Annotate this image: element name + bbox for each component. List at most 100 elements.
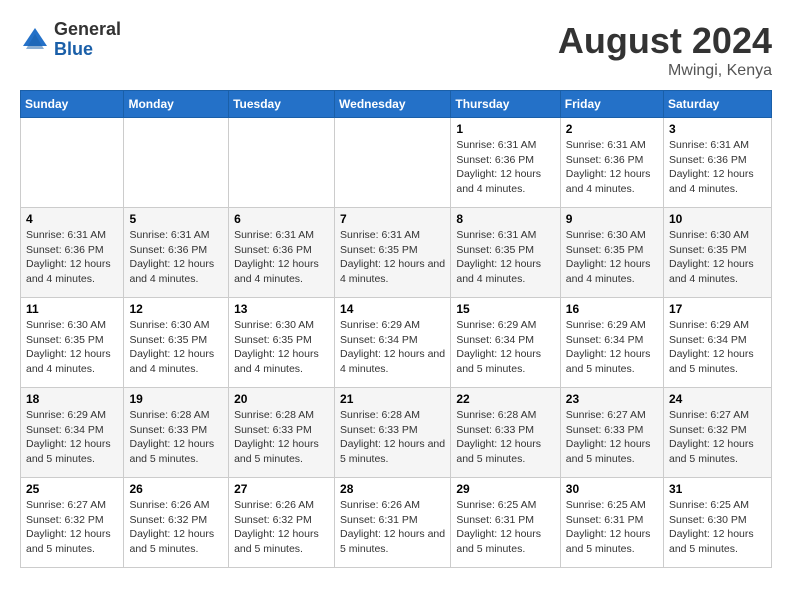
day-info: Sunrise: 6:30 AM Sunset: 6:35 PM Dayligh… xyxy=(129,318,223,377)
day-info: Sunrise: 6:31 AM Sunset: 6:36 PM Dayligh… xyxy=(669,138,766,197)
day-number: 19 xyxy=(129,392,223,406)
day-info: Sunrise: 6:26 AM Sunset: 6:32 PM Dayligh… xyxy=(129,498,223,557)
day-info: Sunrise: 6:28 AM Sunset: 6:33 PM Dayligh… xyxy=(234,408,329,467)
calendar-cell: 11 Sunrise: 6:30 AM Sunset: 6:35 PM Dayli… xyxy=(21,298,124,388)
day-info: Sunrise: 6:31 AM Sunset: 6:35 PM Dayligh… xyxy=(340,228,445,287)
day-info: Sunrise: 6:30 AM Sunset: 6:35 PM Dayligh… xyxy=(234,318,329,377)
day-info: Sunrise: 6:26 AM Sunset: 6:31 PM Dayligh… xyxy=(340,498,445,557)
calendar-cell: 4 Sunrise: 6:31 AM Sunset: 6:36 PM Daylig… xyxy=(21,208,124,298)
day-number: 24 xyxy=(669,392,766,406)
day-info: Sunrise: 6:31 AM Sunset: 6:36 PM Dayligh… xyxy=(234,228,329,287)
calendar-week-row: 25 Sunrise: 6:27 AM Sunset: 6:32 PM Dayli… xyxy=(21,478,772,568)
calendar-cell xyxy=(229,118,335,208)
calendar-cell: 24 Sunrise: 6:27 AM Sunset: 6:32 PM Dayli… xyxy=(664,388,772,478)
day-number: 3 xyxy=(669,122,766,136)
day-info: Sunrise: 6:31 AM Sunset: 6:36 PM Dayligh… xyxy=(129,228,223,287)
calendar-cell: 9 Sunrise: 6:30 AM Sunset: 6:35 PM Daylig… xyxy=(560,208,663,298)
day-number: 15 xyxy=(456,302,554,316)
day-info: Sunrise: 6:25 AM Sunset: 6:31 PM Dayligh… xyxy=(456,498,554,557)
day-number: 28 xyxy=(340,482,445,496)
day-number: 9 xyxy=(566,212,658,226)
column-header-tuesday: Tuesday xyxy=(229,91,335,118)
calendar-cell: 20Sunrise: 6:28 AM Sunset: 6:33 PM Dayli… xyxy=(229,388,335,478)
day-info: Sunrise: 6:30 AM Sunset: 6:35 PM Dayligh… xyxy=(669,228,766,287)
day-number: 4 xyxy=(26,212,118,226)
day-number: 16 xyxy=(566,302,658,316)
day-info: Sunrise: 6:27 AM Sunset: 6:32 PM Dayligh… xyxy=(26,498,118,557)
calendar-cell: 14 Sunrise: 6:29 AM Sunset: 6:34 PM Dayli… xyxy=(335,298,451,388)
calendar-cell: 22Sunrise: 6:28 AM Sunset: 6:33 PM Dayli… xyxy=(451,388,560,478)
day-info: Sunrise: 6:26 AM Sunset: 6:32 PM Dayligh… xyxy=(234,498,329,557)
day-number: 2 xyxy=(566,122,658,136)
day-number: 8 xyxy=(456,212,554,226)
day-info: Sunrise: 6:25 AM Sunset: 6:30 PM Dayligh… xyxy=(669,498,766,557)
day-info: Sunrise: 6:25 AM Sunset: 6:31 PM Dayligh… xyxy=(566,498,658,557)
day-info: Sunrise: 6:29 AM Sunset: 6:34 PM Dayligh… xyxy=(340,318,445,377)
column-header-monday: Monday xyxy=(124,91,229,118)
calendar-cell: 19 Sunrise: 6:28 AM Sunset: 6:33 PM Dayli… xyxy=(124,388,229,478)
day-info: Sunrise: 6:30 AM Sunset: 6:35 PM Dayligh… xyxy=(26,318,118,377)
day-number: 27 xyxy=(234,482,329,496)
calendar-cell: 23 Sunrise: 6:27 AM Sunset: 6:33 PM Dayli… xyxy=(560,388,663,478)
day-number: 6 xyxy=(234,212,329,226)
calendar-cell: 16Sunrise: 6:29 AM Sunset: 6:34 PM Dayli… xyxy=(560,298,663,388)
day-info: Sunrise: 6:27 AM Sunset: 6:32 PM Dayligh… xyxy=(669,408,766,467)
day-number: 11 xyxy=(26,302,118,316)
day-info: Sunrise: 6:29 AM Sunset: 6:34 PM Dayligh… xyxy=(456,318,554,377)
day-number: 21 xyxy=(340,392,445,406)
day-info: Sunrise: 6:29 AM Sunset: 6:34 PM Dayligh… xyxy=(669,318,766,377)
calendar-header-row: SundayMondayTuesdayWednesdayThursdayFrid… xyxy=(21,91,772,118)
calendar-cell: 13Sunrise: 6:30 AM Sunset: 6:35 PM Dayli… xyxy=(229,298,335,388)
day-info: Sunrise: 6:28 AM Sunset: 6:33 PM Dayligh… xyxy=(129,408,223,467)
calendar-cell: 21 Sunrise: 6:28 AM Sunset: 6:33 PM Dayli… xyxy=(335,388,451,478)
day-info: Sunrise: 6:27 AM Sunset: 6:33 PM Dayligh… xyxy=(566,408,658,467)
day-number: 30 xyxy=(566,482,658,496)
day-info: Sunrise: 6:31 AM Sunset: 6:35 PM Dayligh… xyxy=(456,228,554,287)
day-info: Sunrise: 6:28 AM Sunset: 6:33 PM Dayligh… xyxy=(456,408,554,467)
calendar-cell: 1Sunrise: 6:31 AM Sunset: 6:36 PM Daylig… xyxy=(451,118,560,208)
day-info: Sunrise: 6:29 AM Sunset: 6:34 PM Dayligh… xyxy=(26,408,118,467)
calendar-cell: 31 Sunrise: 6:25 AM Sunset: 6:30 PM Dayli… xyxy=(664,478,772,568)
page-header: General Blue August 2024 Mwingi, Kenya xyxy=(20,20,772,80)
day-number: 7 xyxy=(340,212,445,226)
calendar-week-row: 4 Sunrise: 6:31 AM Sunset: 6:36 PM Daylig… xyxy=(21,208,772,298)
day-info: Sunrise: 6:28 AM Sunset: 6:33 PM Dayligh… xyxy=(340,408,445,467)
month-year: August 2024 xyxy=(558,20,772,62)
calendar-cell: 28 Sunrise: 6:26 AM Sunset: 6:31 PM Dayli… xyxy=(335,478,451,568)
title-block: August 2024 Mwingi, Kenya xyxy=(558,20,772,80)
day-number: 31 xyxy=(669,482,766,496)
calendar-cell: 2Sunrise: 6:31 AM Sunset: 6:36 PM Daylig… xyxy=(560,118,663,208)
calendar-cell: 25 Sunrise: 6:27 AM Sunset: 6:32 PM Dayli… xyxy=(21,478,124,568)
location: Mwingi, Kenya xyxy=(558,62,772,80)
calendar-cell xyxy=(335,118,451,208)
calendar-cell: 5Sunrise: 6:31 AM Sunset: 6:36 PM Daylig… xyxy=(124,208,229,298)
calendar-cell: 10 Sunrise: 6:30 AM Sunset: 6:35 PM Dayli… xyxy=(664,208,772,298)
day-info: Sunrise: 6:30 AM Sunset: 6:35 PM Dayligh… xyxy=(566,228,658,287)
calendar-cell xyxy=(21,118,124,208)
calendar-week-row: 18 Sunrise: 6:29 AM Sunset: 6:34 PM Dayli… xyxy=(21,388,772,478)
day-number: 23 xyxy=(566,392,658,406)
calendar-cell: 12 Sunrise: 6:30 AM Sunset: 6:35 PM Dayli… xyxy=(124,298,229,388)
logo-icon xyxy=(20,25,50,55)
day-number: 14 xyxy=(340,302,445,316)
calendar-cell: 17 Sunrise: 6:29 AM Sunset: 6:34 PM Dayli… xyxy=(664,298,772,388)
calendar-cell: 27 Sunrise: 6:26 AM Sunset: 6:32 PM Dayli… xyxy=(229,478,335,568)
day-number: 10 xyxy=(669,212,766,226)
calendar-cell: 8 Sunrise: 6:31 AM Sunset: 6:35 PM Daylig… xyxy=(451,208,560,298)
calendar-cell: 18 Sunrise: 6:29 AM Sunset: 6:34 PM Dayli… xyxy=(21,388,124,478)
calendar-cell xyxy=(124,118,229,208)
calendar-cell: 6 Sunrise: 6:31 AM Sunset: 6:36 PM Daylig… xyxy=(229,208,335,298)
column-header-thursday: Thursday xyxy=(451,91,560,118)
day-number: 17 xyxy=(669,302,766,316)
calendar-week-row: 1 Sunrise: 6:31 AM Sunset: 6:36 PM Daylig… xyxy=(21,118,772,208)
day-number: 1 xyxy=(456,122,554,136)
day-number: 25 xyxy=(26,482,118,496)
column-header-sunday: Sunday xyxy=(21,91,124,118)
logo: General Blue xyxy=(20,20,121,60)
day-number: 12 xyxy=(129,302,223,316)
day-info: Sunrise: 6:31 AM Sunset: 6:36 PM Dayligh… xyxy=(26,228,118,287)
calendar-cell: 30 Sunrise: 6:25 AM Sunset: 6:31 PM Dayli… xyxy=(560,478,663,568)
column-header-friday: Friday xyxy=(560,91,663,118)
day-number: 18 xyxy=(26,392,118,406)
calendar-cell: 15 Sunrise: 6:29 AM Sunset: 6:34 PM Dayli… xyxy=(451,298,560,388)
